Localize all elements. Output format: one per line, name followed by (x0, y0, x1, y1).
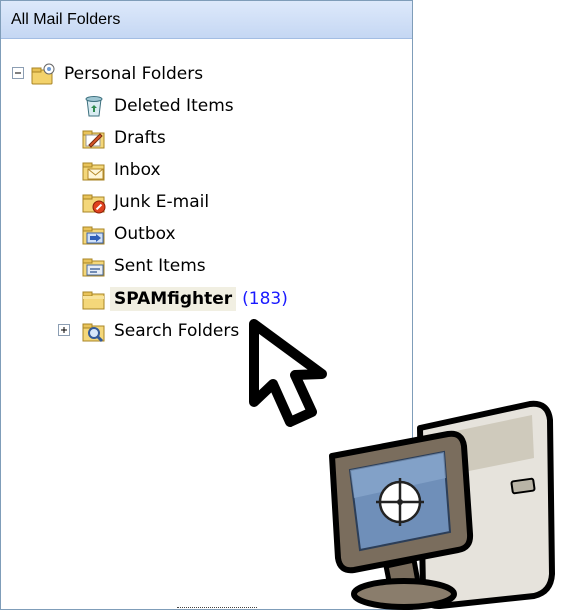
search-folders-icon (82, 323, 105, 343)
drafts-icon (82, 130, 105, 149)
tree-item-label: SPAMfighter (110, 287, 237, 311)
sent-items-icon (82, 258, 105, 277)
pane-title: All Mail Folders (11, 11, 121, 28)
tree-item-personal-folders[interactable]: Personal Folders (31, 59, 203, 89)
tree-item-spamfighter[interactable]: SPAMfighter (183) (81, 284, 288, 314)
tree-item-label: Drafts (114, 128, 166, 148)
tree-item-label: Sent Items (114, 256, 206, 276)
pane-resize-grip[interactable] (177, 607, 257, 611)
tree-item-inbox[interactable]: Inbox (81, 155, 161, 185)
inbox-icon (82, 162, 105, 181)
outbox-icon (82, 226, 105, 245)
collapse-icon[interactable] (12, 67, 24, 79)
unread-count: (183) (242, 289, 288, 309)
pane-header[interactable]: All Mail Folders (1, 1, 412, 39)
tree-item-deleted-items[interactable]: Deleted Items (81, 91, 234, 121)
tree-item-search-folders[interactable]: Search Folders (81, 316, 239, 346)
junk-email-icon (82, 194, 106, 214)
tree-item-outbox[interactable]: Outbox (81, 219, 176, 249)
folder-icon (82, 291, 105, 310)
tree-item-label: Junk E-mail (114, 192, 210, 212)
computer-monitor-icon (329, 400, 555, 610)
tree-item-drafts[interactable]: Drafts (81, 123, 166, 153)
personal-folders-icon (31, 63, 55, 85)
deleted-items-icon (85, 96, 103, 117)
tree-item-label: Inbox (114, 160, 161, 180)
tree-item-label: Personal Folders (64, 64, 204, 84)
tree-item-sent-items[interactable]: Sent Items (81, 251, 206, 281)
screenshot-stage: All Mail Folders Personal Folders Delete… (0, 0, 561, 612)
tree-item-junk-email[interactable]: Junk E-mail (81, 187, 209, 217)
tree-item-label: Outbox (114, 224, 176, 244)
tree-item-label: Search Folders (114, 321, 240, 341)
tree-item-label: Deleted Items (114, 96, 234, 116)
expand-icon[interactable] (58, 324, 70, 336)
